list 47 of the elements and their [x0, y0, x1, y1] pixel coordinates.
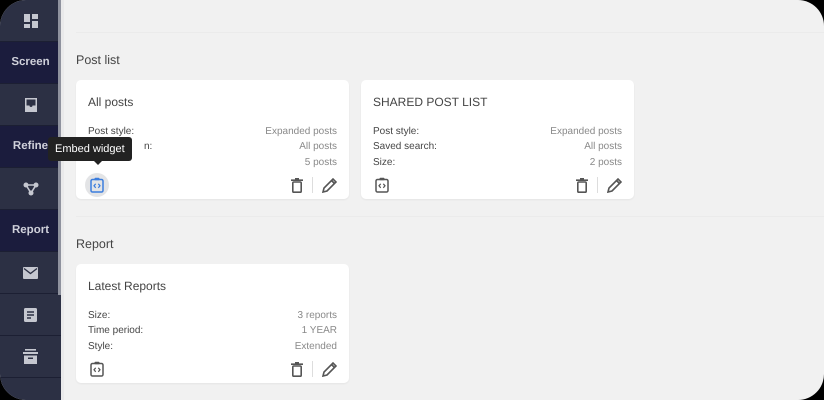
- field-label: n:: [144, 140, 152, 154]
- field-value: Expanded posts: [265, 124, 337, 139]
- sidebar-section-label[interactable]: Screen: [0, 42, 61, 84]
- edit-button[interactable]: [322, 178, 337, 193]
- sidebar-section-label[interactable]: Report: [0, 210, 61, 252]
- document-icon: [24, 308, 37, 322]
- card-title: Latest Reports: [88, 278, 168, 294]
- field-label: Post style:: [88, 124, 134, 139]
- mail-icon: [23, 266, 38, 278]
- field-label: Time period:: [88, 324, 144, 338]
- field-value: All posts: [299, 140, 337, 154]
- embed-icon: [375, 177, 389, 194]
- field-value: Expanded posts: [550, 124, 622, 139]
- field-value: 5 posts: [304, 156, 337, 170]
- field-label: Size:: [373, 156, 396, 170]
- embed-icon: [90, 177, 104, 194]
- field-value: All posts: [584, 140, 622, 154]
- field-label: Size:: [88, 308, 110, 322]
- edit-button[interactable]: [322, 362, 337, 376]
- field-label: Post style:: [373, 124, 420, 139]
- pencil-icon: [322, 362, 337, 376]
- section-title: Post list: [76, 52, 121, 69]
- delete-button[interactable]: [576, 178, 588, 193]
- field-value: 2 posts: [590, 156, 622, 170]
- inbox-icon: [24, 98, 38, 112]
- trash-icon: [291, 178, 303, 193]
- embed-button[interactable]: [85, 173, 109, 198]
- card-title: All posts: [88, 94, 134, 111]
- field-label: Style:: [88, 340, 114, 354]
- trash-icon: [291, 362, 303, 376]
- card-title: SHARED POST LIST: [373, 94, 488, 111]
- section-title: Report: [76, 236, 115, 253]
- trash-icon: [576, 178, 588, 193]
- archive-icon: [23, 349, 38, 364]
- field-value: 1 YEAR: [302, 324, 337, 338]
- delete-button[interactable]: [291, 178, 303, 193]
- pencil-icon: [322, 178, 337, 193]
- field-value: 3 reports: [298, 308, 337, 322]
- field-label: Saved search:: [373, 140, 437, 154]
- delete-button[interactable]: [291, 362, 303, 376]
- dashboard-icon: [24, 14, 38, 28]
- embed-icon: [90, 361, 104, 377]
- tooltip: Embed widget: [48, 136, 132, 162]
- edit-button[interactable]: [607, 178, 622, 193]
- network-icon: [22, 182, 38, 196]
- pencil-icon: [607, 178, 622, 193]
- field-value: Extended: [294, 340, 337, 354]
